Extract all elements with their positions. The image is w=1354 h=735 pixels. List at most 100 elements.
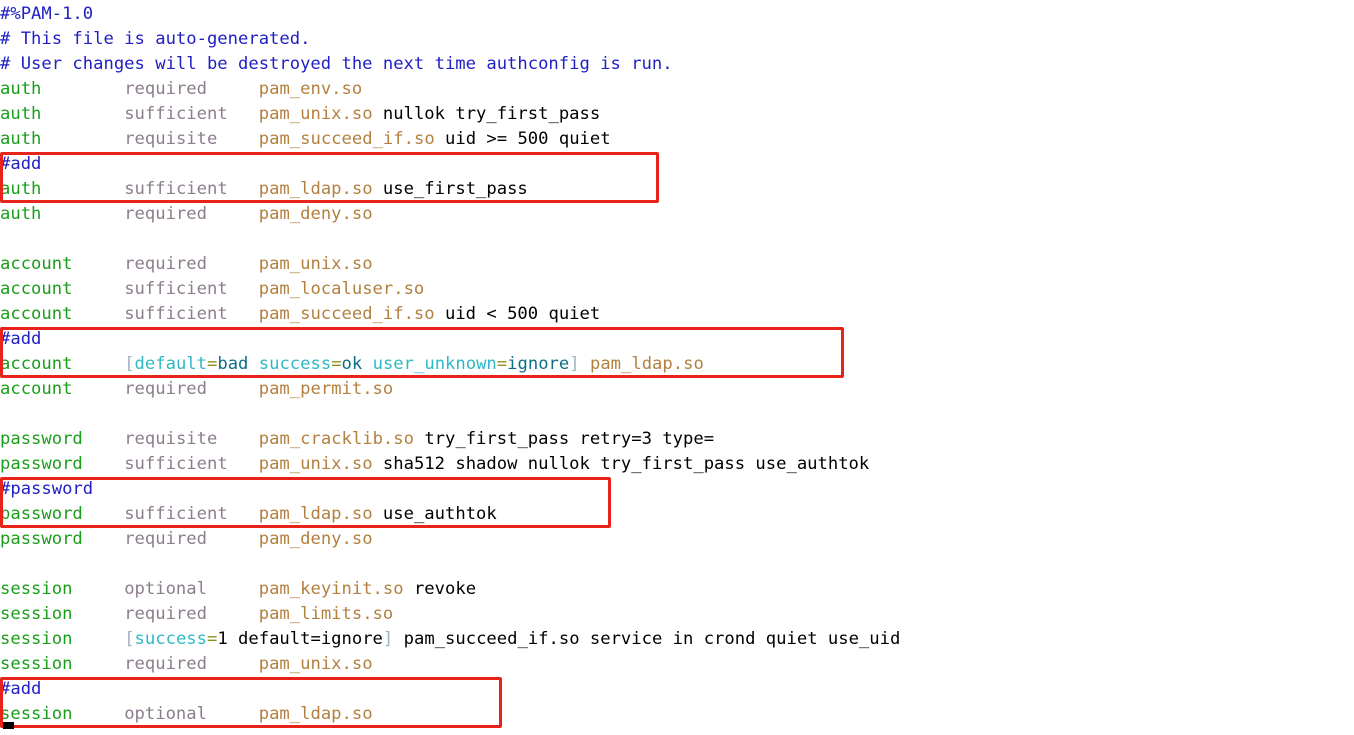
code-token: auth <box>0 179 42 199</box>
code-line[interactable]: password sufficient pam_ldap.so use_auth… <box>0 502 497 527</box>
code-token: pam_ldap.so <box>258 504 373 524</box>
code-line[interactable]: #add <box>0 327 41 352</box>
code-token: revoke <box>403 579 477 599</box>
code-line[interactable]: #add <box>0 152 41 177</box>
code-token: session <box>0 704 73 724</box>
code-line[interactable]: session required pam_unix.so <box>0 652 373 677</box>
code-token: [ <box>124 629 135 649</box>
code-line[interactable]: account [default=bad success=ok user_unk… <box>0 352 704 377</box>
code-line[interactable]: auth requisite pam_succeed_if.so uid >= … <box>0 127 611 152</box>
code-line[interactable]: auth required pam_deny.so <box>0 202 373 227</box>
code-line[interactable]: session optional pam_keyinit.so revoke <box>0 577 476 602</box>
code-line[interactable]: session optional pam_ldap.so <box>0 702 373 727</box>
code-token: = <box>496 354 508 374</box>
code-token: required <box>124 379 207 399</box>
code-token: uid < 500 quiet <box>434 304 601 324</box>
code-token: # User changes will be destroyed the nex… <box>0 54 673 74</box>
code-token: password <box>0 429 83 449</box>
code-token: use_authtok <box>372 504 497 524</box>
text-editor-viewport[interactable]: #%PAM-1.0 # This file is auto-generated. #… <box>0 0 1354 735</box>
code-line[interactable]: account sufficient pam_localuser.so <box>0 277 424 302</box>
code-token: #add <box>0 329 42 349</box>
code-token: session <box>0 629 73 649</box>
code-token: password <box>0 529 83 549</box>
code-token: pam_env.so <box>258 79 363 99</box>
code-line[interactable]: session [success=1 default=ignore] pam_s… <box>0 627 900 652</box>
code-token: #password <box>0 479 94 499</box>
code-line[interactable]: #password <box>0 477 93 502</box>
code-token: requisite <box>124 129 218 149</box>
code-token: session <box>0 604 73 624</box>
code-token: sufficient <box>124 279 228 299</box>
code-token: account <box>0 279 73 299</box>
code-token: sufficient <box>124 504 228 524</box>
code-line[interactable]: account required pam_unix.so <box>0 252 373 277</box>
code-token: optional <box>124 704 207 724</box>
code-token: pam_unix.so <box>258 654 373 674</box>
code-token: auth <box>0 204 42 224</box>
code-token: uid >= 500 quiet <box>434 129 611 149</box>
code-token: pam_ldap.so <box>258 179 373 199</box>
code-line[interactable]: session required pam_limits.so <box>0 602 393 627</box>
code-token: account <box>0 304 73 324</box>
code-token: pam_unix.so <box>258 254 373 274</box>
code-token: required <box>124 254 207 274</box>
code-token: pam_cracklib.so <box>258 429 414 449</box>
code-token: sha512 shadow nullok try_first_pass use_… <box>372 454 870 474</box>
code-line[interactable]: password sufficient pam_unix.so sha512 s… <box>0 452 869 477</box>
code-token: #%PAM-1.0 <box>0 4 94 24</box>
code-token: auth <box>0 129 42 149</box>
code-line[interactable]: password requisite pam_cracklib.so try_f… <box>0 427 714 452</box>
code-token: account <box>0 254 73 274</box>
code-token: nullok try_first_pass <box>372 104 601 124</box>
code-line[interactable]: # This file is auto-generated. <box>0 27 310 52</box>
code-token: ignore <box>507 354 570 374</box>
code-line[interactable]: account sufficient pam_succeed_if.so uid… <box>0 302 600 327</box>
code-line[interactable]: account required pam_permit.so <box>0 377 393 402</box>
code-token: auth <box>0 104 42 124</box>
code-line[interactable]: auth sufficient pam_ldap.so use_first_pa… <box>0 177 528 202</box>
code-token: pam_keyinit.so <box>258 579 404 599</box>
code-line[interactable]: auth required pam_env.so <box>0 77 362 102</box>
code-token: try_first_pass retry=3 type= <box>413 429 715 449</box>
code-token: ] <box>382 629 394 649</box>
code-token: pam_unix.so <box>258 454 373 474</box>
code-line[interactable]: password required pam_deny.so <box>0 527 373 552</box>
code-line[interactable]: #add <box>0 677 41 702</box>
code-token: sufficient <box>124 454 228 474</box>
code-line[interactable]: auth sufficient pam_unix.so nullok try_f… <box>0 102 600 127</box>
code-token: success <box>258 354 332 374</box>
text-cursor <box>3 722 14 729</box>
code-token: pam_succeed_if.so <box>258 129 435 149</box>
code-token: pam_deny.so <box>258 529 373 549</box>
code-token: ] <box>569 354 580 374</box>
code-line[interactable]: # User changes will be destroyed the nex… <box>0 52 673 77</box>
code-line[interactable]: #%PAM-1.0 <box>0 2 93 27</box>
